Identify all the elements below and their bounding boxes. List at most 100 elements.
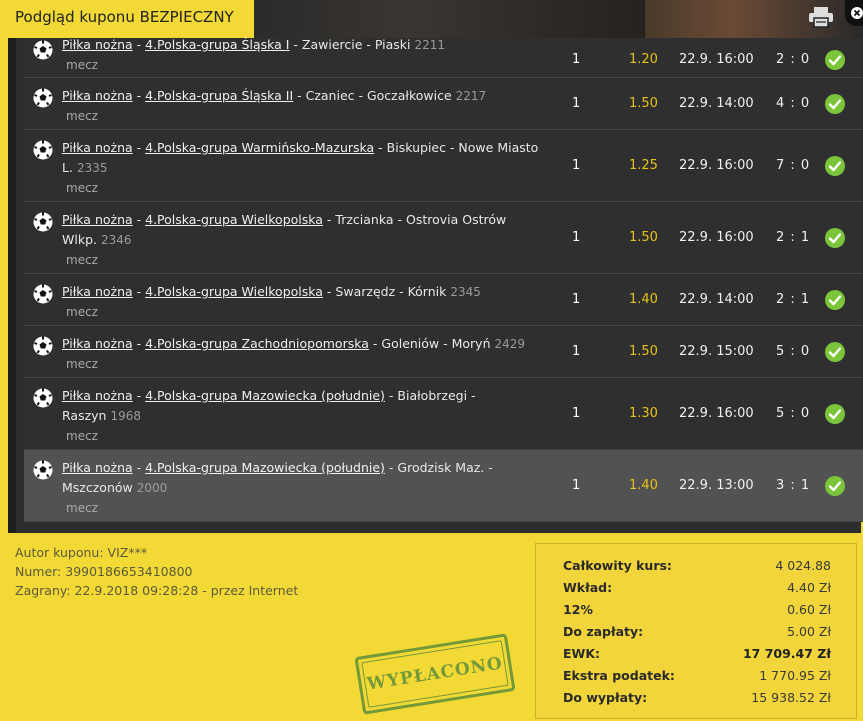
bet-row: Piłka nożna - 4.Polska-grupa Wielkopolsk… — [24, 274, 863, 326]
bet-row: Piłka nożna - 4.Polska-grupa Wielkopolsk… — [24, 202, 863, 274]
bet-pick: 1 — [572, 478, 581, 493]
header-banner-image — [254, 0, 644, 38]
coupon-number: Numer: 3990186653410800 — [15, 564, 193, 579]
match-id: 2211 — [414, 38, 446, 52]
paid-stamp: WYPŁACONO — [354, 633, 516, 715]
sport-link[interactable]: Piłka nożna — [62, 140, 133, 155]
league-link[interactable]: 4.Polska-grupa Warmińsko-Mazurska — [145, 140, 374, 155]
league-link[interactable]: 4.Polska-grupa Śląska I — [145, 37, 289, 52]
sport-link[interactable]: Piłka nożna — [62, 336, 133, 351]
coupon-author: Autor kuponu: VIZ*** — [15, 545, 148, 560]
bet-type: mecz — [66, 305, 98, 319]
summary-total-odds: Całkowity kurs: 4 024.88 — [563, 558, 831, 573]
bet-type: mecz — [66, 181, 98, 195]
football-icon — [33, 212, 53, 232]
coupon-summary: Całkowity kurs: 4 024.88 Wkład: 4.40 Zł … — [535, 543, 857, 719]
bet-pick: 1 — [572, 158, 581, 173]
sport-link[interactable]: Piłka nożna — [62, 212, 133, 227]
bet-description: Piłka nożna - 4.Polska-grupa Wielkopolsk… — [62, 282, 542, 322]
bet-rows: Piłka nożna - 4.Polska-grupa Śląska I - … — [24, 35, 863, 522]
football-icon — [33, 88, 53, 108]
bet-pick: 1 — [572, 292, 581, 307]
sport-link[interactable]: Piłka nożna — [62, 460, 133, 475]
bet-description: Piłka nożna - 4.Polska-grupa Mazowiecka … — [62, 458, 542, 518]
league-link[interactable]: 4.Polska-grupa Wielkopolska — [145, 212, 323, 227]
won-check-icon — [825, 290, 845, 310]
bet-description: Piłka nożna - 4.Polska-grupa Wielkopolsk… — [62, 210, 542, 270]
match-id: 1968 — [110, 409, 142, 423]
bet-date: 22.9. 16:00 — [679, 158, 754, 173]
won-check-icon — [825, 404, 845, 424]
bet-type: mecz — [66, 357, 98, 371]
sport-link[interactable]: Piłka nożna — [62, 37, 133, 52]
bet-type: mecz — [66, 109, 98, 123]
league-link[interactable]: 4.Polska-grupa Śląska II — [145, 88, 293, 103]
league-link[interactable]: 4.Polska-grupa Wielkopolska — [145, 284, 323, 299]
football-icon — [33, 40, 53, 60]
league-link[interactable]: 4.Polska-grupa Mazowiecka (południe) — [145, 460, 385, 475]
won-check-icon — [825, 156, 845, 176]
bet-date: 22.9. 14:00 — [679, 292, 754, 307]
bet-odds: 1.50 — [629, 96, 658, 111]
bet-pick: 1 — [572, 230, 581, 245]
print-button[interactable] — [808, 6, 834, 28]
bet-pick: 1 — [572, 406, 581, 421]
bet-odds: 1.50 — [629, 344, 658, 359]
close-button[interactable] — [845, 0, 863, 26]
bet-date: 22.9. 14:00 — [679, 96, 754, 111]
league-link[interactable]: 4.Polska-grupa Mazowiecka (południe) — [145, 388, 385, 403]
bet-score: 5 : 0 — [776, 406, 811, 421]
bet-odds: 1.50 — [629, 230, 658, 245]
bet-description: Piłka nożna - 4.Polska-grupa Śląska II -… — [62, 86, 542, 126]
bet-description: Piłka nożna - 4.Polska-grupa Śląska I - … — [62, 35, 542, 75]
sport-link[interactable]: Piłka nożna — [62, 388, 133, 403]
bet-score: 3 : 1 — [776, 478, 811, 493]
match-id: 2335 — [76, 161, 108, 175]
coupon-played: Zagrany: 22.9.2018 09:28:28 - przez Inte… — [15, 583, 299, 598]
won-check-icon — [825, 476, 845, 496]
match-name: Swarzędz - Kórnik — [335, 284, 447, 299]
bet-score: 5 : 0 — [776, 344, 811, 359]
bet-odds: 1.40 — [629, 478, 658, 493]
bet-score: 7 : 0 — [776, 158, 811, 173]
coupon-meta: Autor kuponu: VIZ*** Numer: 399018665341… — [15, 543, 298, 600]
sport-link[interactable]: Piłka nożna — [62, 284, 133, 299]
bet-score: 2 : 0 — [776, 52, 811, 67]
football-icon — [33, 336, 53, 356]
bet-odds: 1.30 — [629, 406, 658, 421]
summary-stake: Wkład: 4.40 Zł — [563, 580, 831, 595]
won-check-icon — [825, 228, 845, 248]
bet-row: Piłka nożna - 4.Polska-grupa Mazowiecka … — [24, 378, 863, 450]
league-link[interactable]: 4.Polska-grupa Zachodniopomorska — [145, 336, 369, 351]
bet-odds: 1.20 — [629, 52, 658, 67]
bet-row: Piłka nożna - 4.Polska-grupa Śląska II -… — [24, 78, 863, 130]
football-icon — [33, 460, 53, 480]
bet-pick: 1 — [572, 344, 581, 359]
match-id: 2217 — [455, 89, 487, 103]
sport-link[interactable]: Piłka nożna — [62, 88, 133, 103]
bet-date: 22.9. 16:00 — [679, 52, 754, 67]
bet-row: Piłka nożna - 4.Polska-grupa Zachodniopo… — [24, 326, 863, 378]
bet-score: 2 : 1 — [776, 292, 811, 307]
won-check-icon — [825, 342, 845, 362]
header-bar: Podgląd kuponu BEZPIECZNY — [0, 0, 863, 38]
match-name: Zawiercie - Piaski — [301, 37, 411, 52]
bet-odds: 1.25 — [629, 158, 658, 173]
bet-description: Piłka nożna - 4.Polska-grupa Warmińsko-M… — [62, 138, 542, 198]
bet-description: Piłka nożna - 4.Polska-grupa Mazowiecka … — [62, 386, 542, 446]
bet-type: mecz — [66, 58, 98, 72]
bet-list: Piłka nożna - 4.Polska-grupa Śląska I - … — [8, 35, 863, 533]
summary-payout: Do wypłaty: 15 938.52 Zł — [563, 690, 831, 705]
bet-row: Piłka nożna - 4.Polska-grupa Mazowiecka … — [24, 450, 863, 522]
football-icon — [33, 284, 53, 304]
bet-pick: 1 — [572, 52, 581, 67]
bet-type: mecz — [66, 501, 98, 515]
match-id: 2346 — [100, 233, 132, 247]
match-id: 2000 — [136, 481, 168, 495]
match-name: Czaniec - Goczałkowice — [305, 88, 452, 103]
bet-odds: 1.40 — [629, 292, 658, 307]
printer-icon — [809, 7, 833, 28]
page-title: Podgląd kuponu BEZPIECZNY — [0, 0, 254, 38]
football-icon — [33, 140, 53, 160]
bet-description: Piłka nożna - 4.Polska-grupa Zachodniopo… — [62, 334, 542, 374]
